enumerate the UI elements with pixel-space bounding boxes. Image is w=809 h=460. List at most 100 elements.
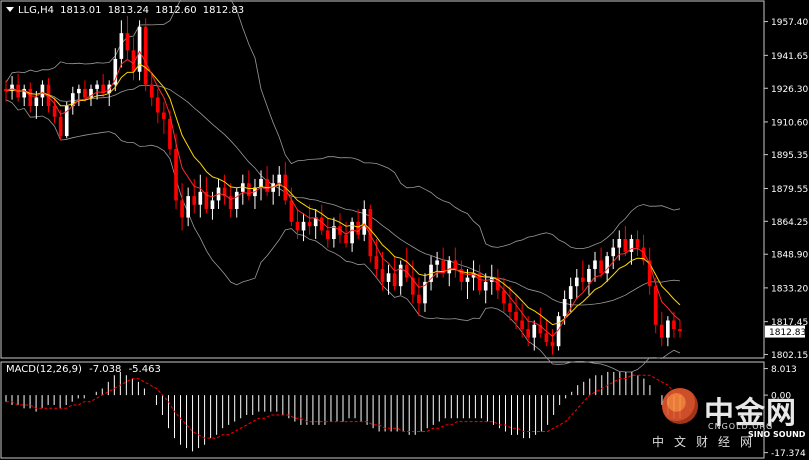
candle-body xyxy=(562,299,567,317)
candle-body xyxy=(58,116,63,137)
candle-body xyxy=(678,329,682,332)
candle-body xyxy=(125,33,130,51)
candle-body xyxy=(234,191,239,209)
open-value: 1813.01 xyxy=(60,5,102,16)
price-tick-label: 1941.65 xyxy=(771,52,808,62)
price-tick-label: 1926.30 xyxy=(771,85,808,95)
candle-body xyxy=(28,88,33,107)
candle-body xyxy=(568,286,573,300)
price-tick-label: 1864.25 xyxy=(771,218,808,228)
candle-body xyxy=(514,311,518,321)
macd-header: MACD(12,26,9) -7.038 -5.463 xyxy=(6,364,165,375)
candle-body xyxy=(77,88,81,94)
candle-body xyxy=(319,217,324,231)
candle-body xyxy=(192,196,197,205)
candle-body xyxy=(40,84,45,98)
candle-body xyxy=(483,281,488,291)
candle-body xyxy=(52,106,57,117)
candle-body xyxy=(380,269,385,282)
logo-subtitle: 中文财经网 xyxy=(652,435,763,449)
candle-body xyxy=(149,84,154,98)
candle-body xyxy=(295,221,300,231)
bollinger-lower-line xyxy=(5,99,681,373)
candle-body xyxy=(95,84,99,89)
price-tick-label: 1879.55 xyxy=(771,185,808,195)
symbol-label: LLG,H4 xyxy=(18,5,54,16)
candle-body xyxy=(356,221,361,235)
candle-body xyxy=(362,208,367,235)
candle-body xyxy=(34,97,39,107)
candle-body xyxy=(417,294,421,304)
candle-body xyxy=(544,333,549,342)
candle-body xyxy=(198,191,203,205)
candle-body xyxy=(174,148,178,201)
candle-body xyxy=(162,112,166,119)
candle-body xyxy=(465,277,470,282)
candle-body xyxy=(289,200,294,222)
candle-body xyxy=(22,88,27,98)
watermark-logo: 中金网 CNGOLD.ORG SINO SOUND 中文财经网 xyxy=(652,384,806,456)
candle-body xyxy=(574,277,579,287)
candle-body xyxy=(143,26,148,85)
price-tick-label: 1848.90 xyxy=(771,251,808,261)
candle-body xyxy=(180,200,184,218)
price-tick-label: 1957.40 xyxy=(771,18,808,28)
candle-body xyxy=(398,264,403,287)
candle-body xyxy=(168,118,172,149)
candle-body xyxy=(508,303,512,312)
bollinger-upper-line xyxy=(5,0,681,249)
candle-body xyxy=(186,196,190,218)
candle-body xyxy=(155,97,160,113)
logo-mark-icon xyxy=(662,388,698,424)
candle-body xyxy=(635,239,640,248)
candle-body xyxy=(532,324,537,338)
candle-body xyxy=(659,324,664,338)
macd-signal-value: -5.463 xyxy=(128,364,161,375)
candle-body xyxy=(447,260,452,274)
candle-body xyxy=(325,230,330,239)
macd-tick-label: 8.013 xyxy=(771,365,797,375)
candle-body xyxy=(550,341,555,347)
candle-body xyxy=(623,239,628,252)
close-value: 1812.83 xyxy=(202,5,245,16)
candle-body xyxy=(277,174,282,184)
candle-body xyxy=(247,183,251,197)
candle-body xyxy=(374,256,379,270)
macd-label: MACD(12,26,9) xyxy=(6,364,82,375)
candle-body xyxy=(344,234,348,244)
candle-body xyxy=(119,33,124,59)
candle-body xyxy=(599,260,603,274)
moving-average-slow-line xyxy=(5,63,681,326)
candle-body xyxy=(672,320,676,330)
low-value: 1812.60 xyxy=(155,5,197,16)
candle-body xyxy=(666,320,670,338)
candle-body xyxy=(502,290,506,304)
candle-body xyxy=(581,277,585,282)
dropdown-triangle-icon[interactable] xyxy=(6,7,14,12)
candle-body xyxy=(653,286,658,325)
candle-body xyxy=(526,329,531,338)
candle-body xyxy=(435,260,439,265)
candle-body xyxy=(307,221,312,227)
macd-pane-frame xyxy=(0,361,765,459)
candle-body xyxy=(392,273,397,287)
chart-header: LLG,H4 1813.01 1813.24 1812.60 1812.83 xyxy=(6,5,247,16)
candle-body xyxy=(265,178,269,192)
bollinger-middle-line xyxy=(5,84,681,306)
candle-body xyxy=(83,88,87,98)
macd-value: -7.038 xyxy=(89,364,122,375)
candle-body xyxy=(611,247,616,257)
candle-body xyxy=(617,239,622,248)
candle-body xyxy=(301,221,306,231)
high-value: 1813.24 xyxy=(107,5,150,16)
candle-body xyxy=(520,320,524,330)
price-tick-label: 1802.15 xyxy=(771,351,808,361)
current-price-label: 1812.83 xyxy=(769,328,806,338)
price-tick-label: 1910.60 xyxy=(771,118,808,128)
candle-body xyxy=(210,200,215,209)
candle-body xyxy=(386,273,391,282)
candle-body xyxy=(593,260,597,270)
candle-body xyxy=(453,260,458,270)
price-tick-label: 1833.20 xyxy=(771,284,808,294)
price-tick-label: 1895.35 xyxy=(771,151,808,161)
